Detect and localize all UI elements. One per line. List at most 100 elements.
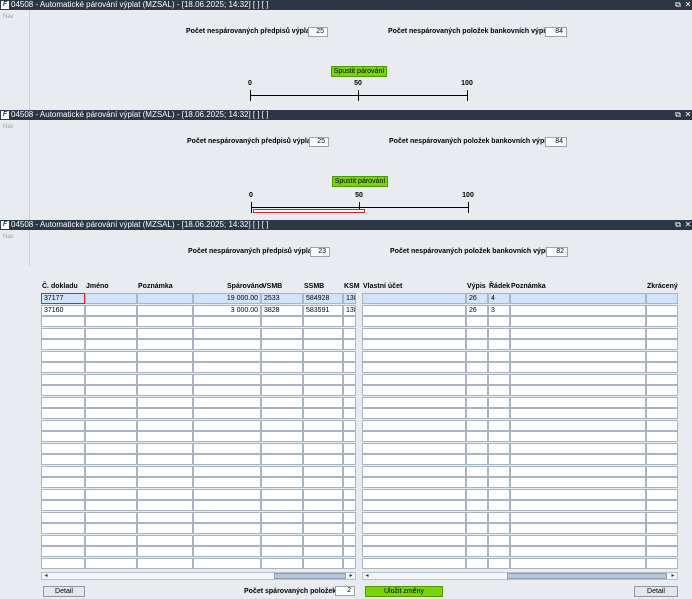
table-cell-ksm[interactable] (343, 546, 356, 557)
scroll-thumb[interactable] (507, 573, 667, 579)
table-cell-short[interactable] (646, 557, 678, 569)
table-cell-name[interactable] (85, 339, 137, 350)
table-cell-own-account[interactable] (362, 339, 466, 350)
table-cell-doc-number[interactable] (41, 523, 85, 534)
table-cell-ssmb[interactable] (303, 546, 343, 557)
table-cell-own-account[interactable] (362, 477, 466, 488)
table-cell-own-account[interactable] (362, 523, 466, 534)
table-cell-vsmb[interactable] (261, 511, 303, 523)
table-cell-paired[interactable] (193, 465, 261, 477)
table-cell-note[interactable] (510, 557, 646, 569)
table-cell-short[interactable] (646, 373, 678, 385)
table-cell-line[interactable] (488, 523, 510, 534)
table-cell-doc-number[interactable] (41, 511, 85, 523)
table-cell-ksm[interactable] (343, 465, 356, 477)
table-cell-ssmb[interactable] (303, 327, 343, 339)
table-row[interactable] (362, 373, 678, 385)
table-cell-own-account[interactable] (362, 488, 466, 500)
table-cell-statement[interactable] (466, 500, 488, 511)
table-row[interactable] (362, 316, 678, 327)
table-cell-ksm[interactable]: 138 (343, 304, 356, 316)
table-cell-short[interactable] (646, 339, 678, 350)
table-cell-short[interactable] (646, 465, 678, 477)
table-cell-note[interactable] (137, 431, 193, 442)
table-cell-paired[interactable] (193, 511, 261, 523)
table-cell-note[interactable] (510, 408, 646, 419)
table-row[interactable] (41, 488, 356, 500)
table-cell-paired[interactable] (193, 316, 261, 327)
table-cell-vsmb[interactable] (261, 500, 303, 511)
table-cell-paired[interactable] (193, 431, 261, 442)
table-cell-ksm[interactable] (343, 327, 356, 339)
save-changes-button[interactable]: Uložit změny (365, 586, 443, 597)
table-cell-short[interactable] (646, 511, 678, 523)
table-cell-note[interactable] (137, 362, 193, 373)
table-cell-short[interactable] (646, 304, 678, 316)
table-cell-line[interactable] (488, 419, 510, 431)
table-cell-own-account[interactable] (362, 316, 466, 327)
table-cell-statement[interactable] (466, 557, 488, 569)
table-cell-note[interactable] (137, 339, 193, 350)
table-cell-line[interactable] (488, 465, 510, 477)
table-cell-doc-number[interactable] (41, 327, 85, 339)
table-row[interactable] (41, 419, 356, 431)
table-row[interactable] (362, 500, 678, 511)
table-cell-note[interactable] (510, 293, 646, 304)
table-cell-line[interactable] (488, 454, 510, 465)
table-cell-ssmb[interactable] (303, 339, 343, 350)
table-cell-short[interactable] (646, 442, 678, 454)
table-row[interactable] (41, 557, 356, 569)
table-cell-name[interactable] (85, 431, 137, 442)
table-cell-note[interactable] (510, 362, 646, 373)
close-icon[interactable]: ✕ (684, 110, 692, 120)
table-row[interactable] (362, 488, 678, 500)
table-cell-note[interactable] (510, 327, 646, 339)
table-cell-statement[interactable] (466, 350, 488, 362)
table-cell-short[interactable] (646, 362, 678, 373)
table-cell-doc-number[interactable]: 37160 (41, 304, 85, 316)
table-cell-note[interactable] (510, 546, 646, 557)
table-cell-paired[interactable] (193, 327, 261, 339)
table-cell-doc-number[interactable]: 37177 (41, 293, 85, 304)
table-cell-short[interactable] (646, 316, 678, 327)
table-cell-note[interactable] (137, 419, 193, 431)
table-cell-vsmb[interactable] (261, 385, 303, 396)
table-cell-short[interactable] (646, 523, 678, 534)
table-cell-name[interactable] (85, 465, 137, 477)
table-cell-ssmb[interactable] (303, 557, 343, 569)
table-cell-ssmb[interactable] (303, 488, 343, 500)
table-cell-ssmb[interactable] (303, 316, 343, 327)
table-cell-note[interactable] (137, 465, 193, 477)
table-cell-doc-number[interactable] (41, 454, 85, 465)
table-row[interactable] (41, 362, 356, 373)
table-row[interactable] (41, 534, 356, 546)
table-row[interactable] (362, 557, 678, 569)
table-row[interactable] (41, 523, 356, 534)
table-cell-short[interactable] (646, 477, 678, 488)
table-row[interactable] (41, 546, 356, 557)
table-cell-note[interactable] (137, 488, 193, 500)
table-cell-note[interactable] (137, 500, 193, 511)
table-row[interactable] (41, 373, 356, 385)
table-cell-statement[interactable] (466, 327, 488, 339)
table-cell-doc-number[interactable] (41, 373, 85, 385)
table-cell-own-account[interactable] (362, 350, 466, 362)
table-cell-vsmb[interactable] (261, 373, 303, 385)
table-cell-name[interactable] (85, 454, 137, 465)
table-cell-vsmb[interactable] (261, 557, 303, 569)
table-cell-note[interactable] (137, 373, 193, 385)
table-row[interactable] (362, 396, 678, 408)
table-cell-vsmb[interactable] (261, 362, 303, 373)
table-cell-ssmb[interactable]: 583591 (303, 304, 343, 316)
table-cell-short[interactable] (646, 293, 678, 304)
table-cell-short[interactable] (646, 534, 678, 546)
table-cell-paired[interactable] (193, 454, 261, 465)
table-cell-paired[interactable] (193, 488, 261, 500)
table-cell-line[interactable] (488, 350, 510, 362)
table-cell-ksm[interactable]: 138 (343, 293, 356, 304)
table-cell-vsmb[interactable] (261, 350, 303, 362)
table-cell-doc-number[interactable] (41, 385, 85, 396)
table-row[interactable] (362, 350, 678, 362)
scroll-right-icon[interactable]: ▸ (669, 573, 677, 579)
table-cell-vsmb[interactable] (261, 442, 303, 454)
